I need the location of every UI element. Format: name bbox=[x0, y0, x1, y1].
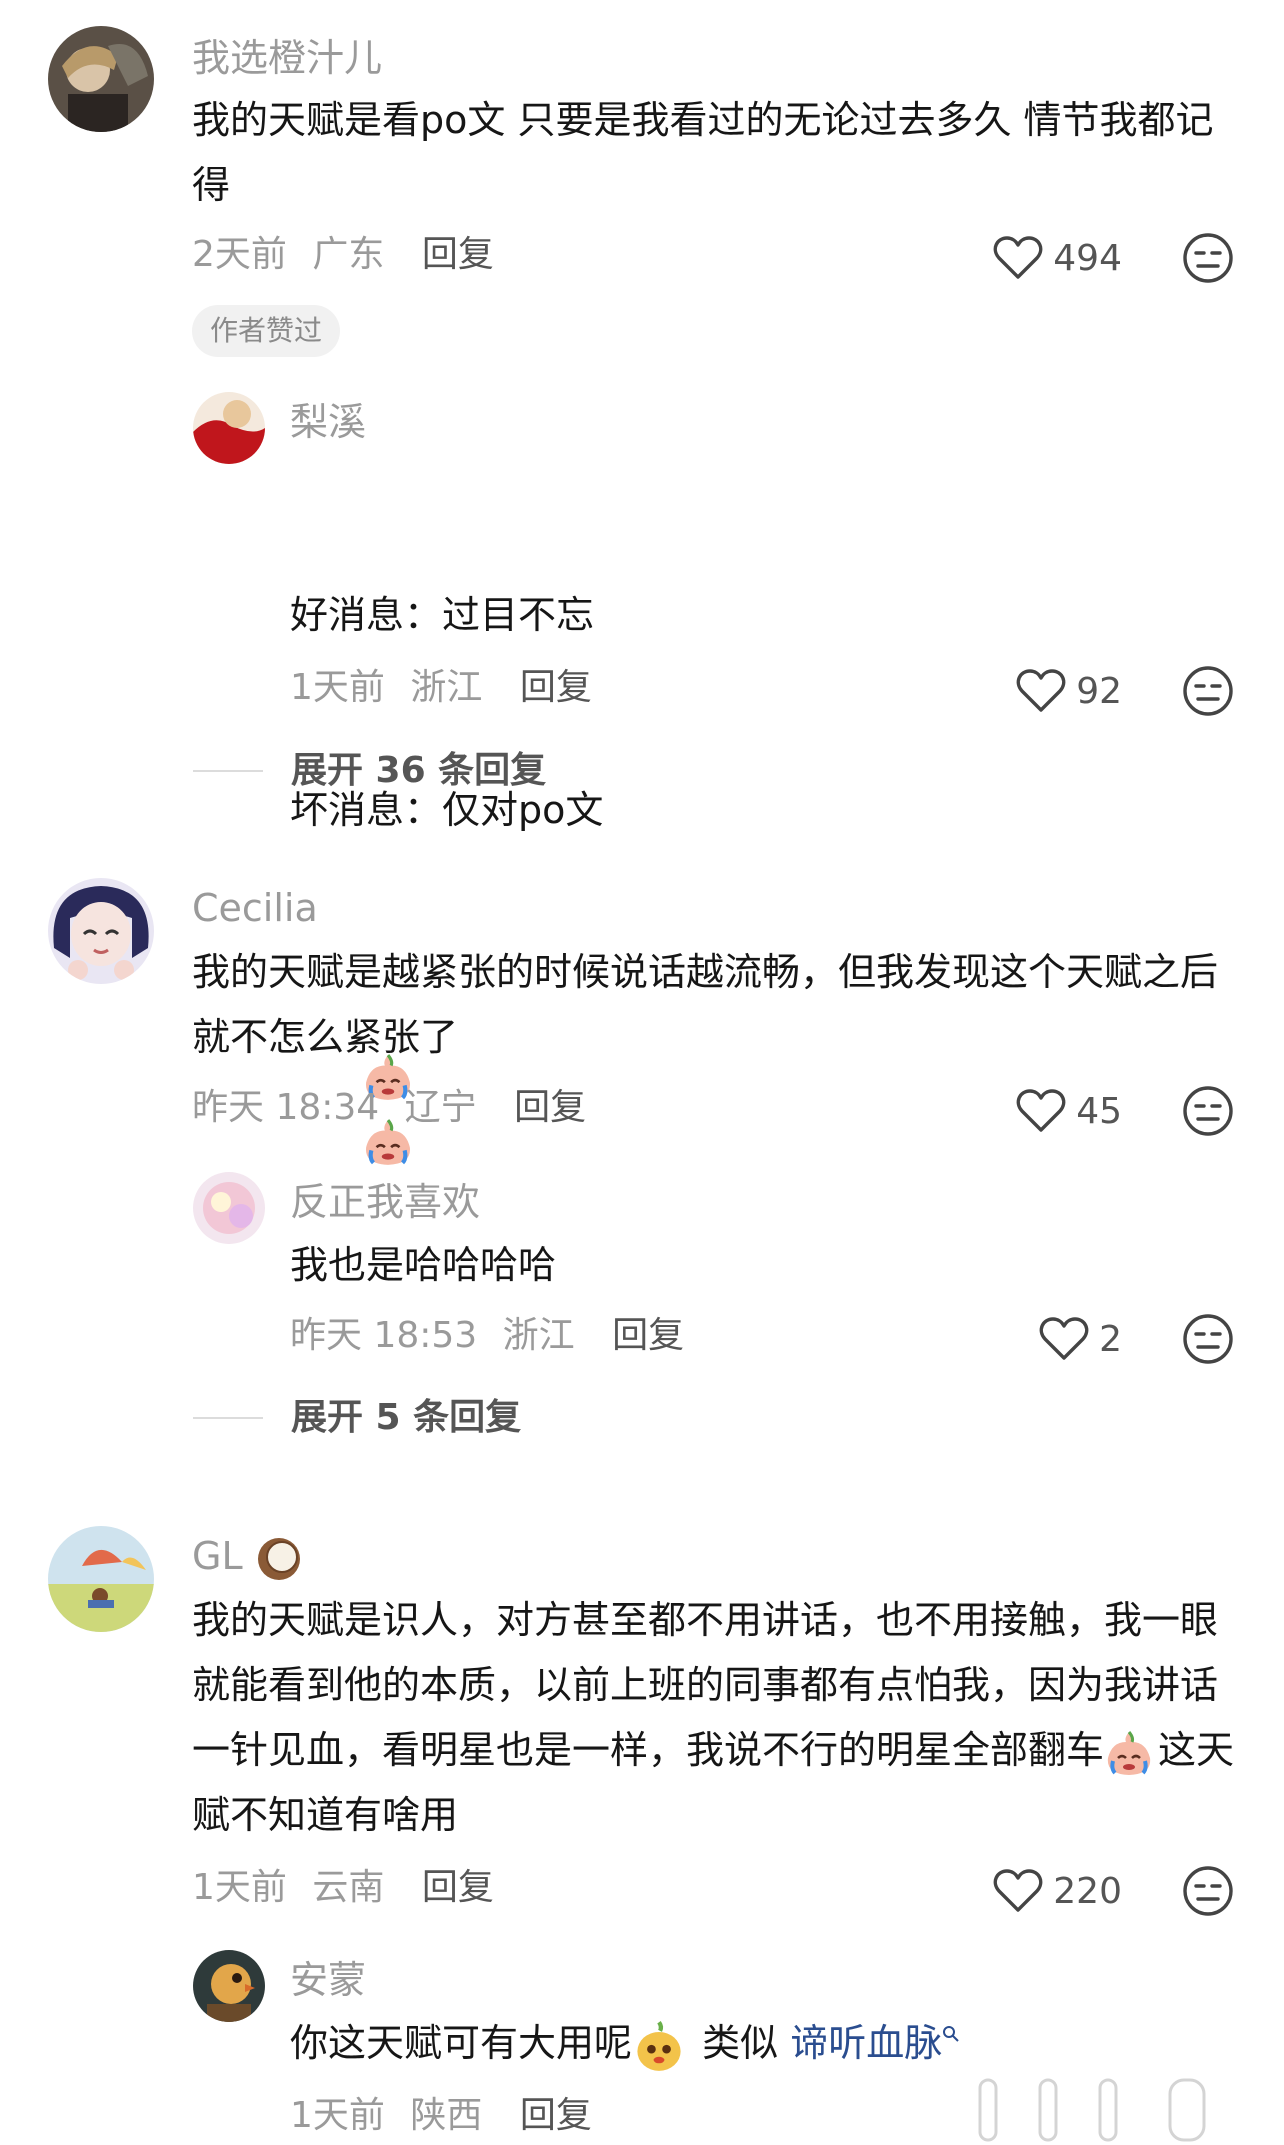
reply-text-part: 你这天赋可有大用呢 bbox=[290, 2021, 633, 2065]
comment-text: 我的天赋是看po文 只要是我看过的无论过去多久 情节我都记得 bbox=[192, 98, 1214, 207]
comment-text-part: 我的天赋是识人，对方甚至都不用讲话，也不用接触，我一眼就能看到他的本质，以前上班… bbox=[192, 1598, 1219, 1772]
like-count: 220 bbox=[1053, 1870, 1122, 1912]
avatar[interactable] bbox=[193, 1172, 265, 1244]
reply-time: 1天前 bbox=[290, 2095, 385, 2136]
heart-outline-icon bbox=[1016, 669, 1066, 712]
like-button[interactable]: 494 bbox=[993, 233, 1122, 283]
like-count: 92 bbox=[1076, 670, 1122, 712]
bottom-input-bar-overlay bbox=[978, 2078, 1206, 2142]
heart-outline-icon bbox=[993, 1869, 1043, 1912]
avatar[interactable] bbox=[48, 1526, 154, 1632]
comment-location: 云南 bbox=[312, 1867, 385, 1908]
comment-text: 我的天赋是越紧张的时候说话越流畅，但我发现这个天赋之后就不怎么紧张了 bbox=[192, 950, 1219, 1059]
meh-face-icon[interactable] bbox=[1182, 1313, 1234, 1365]
reply-button[interactable]: 回复 bbox=[520, 2095, 592, 2136]
comment-time: 1天前 bbox=[192, 1867, 287, 1908]
avatar[interactable] bbox=[48, 26, 154, 132]
reply-time: 1天前 bbox=[290, 667, 385, 708]
reply-text-part: 类似 bbox=[690, 2021, 791, 2065]
reply-button[interactable]: 回复 bbox=[514, 1087, 586, 1128]
comment-text: 我的天赋是识人，对方甚至都不用讲话，也不用接触，我一眼就能看到他的本质，以前上班… bbox=[192, 1588, 1242, 1848]
comment-meta: 昨天 18:34 辽宁 回复 bbox=[192, 1085, 586, 1131]
expand-replies-label: 展开 36 条回复 bbox=[291, 750, 547, 791]
like-button[interactable]: 92 bbox=[1016, 666, 1122, 716]
expand-replies-button[interactable]: 展开 36 条回复 bbox=[193, 747, 546, 795]
meh-face-icon[interactable] bbox=[1182, 1085, 1234, 1137]
avatar[interactable] bbox=[48, 878, 154, 984]
like-count: 45 bbox=[1076, 1090, 1122, 1132]
search-icon[interactable] bbox=[942, 2025, 960, 2043]
meh-face-icon[interactable] bbox=[1182, 1865, 1234, 1917]
reply-location: 浙江 bbox=[502, 1315, 575, 1356]
reply-button[interactable]: 回复 bbox=[422, 1867, 494, 1908]
reply-username[interactable]: 反正我喜欢 bbox=[290, 1178, 480, 1226]
comment-meta: 1天前 云南 回复 bbox=[192, 1865, 494, 1911]
expand-replies-button[interactable]: 展开 5 条回复 bbox=[193, 1394, 521, 1442]
author-liked-badge: 作者赞过 bbox=[192, 305, 341, 357]
like-button[interactable]: 220 bbox=[993, 1866, 1122, 1916]
comment-username-text: GL bbox=[192, 1534, 243, 1578]
pear-face-emoji bbox=[637, 2020, 681, 2071]
reply-text: 我也是哈哈哈哈 bbox=[290, 1243, 557, 1287]
like-count: 494 bbox=[1053, 237, 1122, 279]
avatar[interactable] bbox=[193, 392, 265, 464]
meh-face-icon[interactable] bbox=[1182, 232, 1234, 284]
reply-meta: 1天前 陕西 回复 bbox=[290, 2093, 592, 2139]
reply-time: 昨天 18:53 bbox=[290, 1315, 478, 1356]
reply-text-line: 好消息：过目不忘 bbox=[290, 593, 595, 637]
reply-button[interactable]: 回复 bbox=[422, 234, 494, 275]
avatar[interactable] bbox=[193, 1950, 265, 2022]
reply-username[interactable]: 安蒙 bbox=[290, 1956, 366, 2004]
comment-time: 昨天 18:34 bbox=[192, 1087, 380, 1128]
reply-location: 浙江 bbox=[410, 667, 483, 708]
comment-location: 辽宁 bbox=[404, 1087, 477, 1128]
expand-replies-label: 展开 5 条回复 bbox=[291, 1397, 522, 1438]
coconut-emoji bbox=[257, 1537, 300, 1580]
reply-button[interactable]: 回复 bbox=[612, 1315, 684, 1356]
comment-username[interactable]: Cecilia bbox=[192, 884, 318, 932]
reply-meta: 1天前 浙江 回复 bbox=[290, 665, 592, 711]
like-count: 2 bbox=[1099, 1318, 1122, 1360]
meh-face-icon[interactable] bbox=[1182, 665, 1234, 717]
comment-meta: 2天前 广东 回复 bbox=[192, 232, 494, 278]
reply-button[interactable]: 回复 bbox=[520, 667, 592, 708]
topic-link[interactable]: 谛听血脉 bbox=[790, 2021, 942, 2065]
heart-outline-icon bbox=[1016, 1089, 1066, 1132]
comment-location: 广东 bbox=[312, 234, 385, 275]
crying-peach-emoji bbox=[1107, 1730, 1151, 1775]
reply-username[interactable]: 梨溪 bbox=[290, 398, 366, 446]
reply-location: 陕西 bbox=[410, 2095, 483, 2136]
reply-meta: 昨天 18:53 浙江 回复 bbox=[290, 1313, 684, 1359]
like-button[interactable]: 2 bbox=[1039, 1314, 1122, 1364]
heart-outline-icon bbox=[1039, 1317, 1089, 1360]
heart-outline-icon bbox=[993, 236, 1043, 279]
like-button[interactable]: 45 bbox=[1016, 1086, 1122, 1136]
comment-username[interactable]: 我选橙汁儿 bbox=[192, 34, 382, 82]
divider bbox=[193, 1417, 263, 1419]
divider bbox=[193, 770, 263, 772]
comment-username[interactable]: GL bbox=[192, 1532, 303, 1583]
comment-time: 2天前 bbox=[192, 234, 287, 275]
